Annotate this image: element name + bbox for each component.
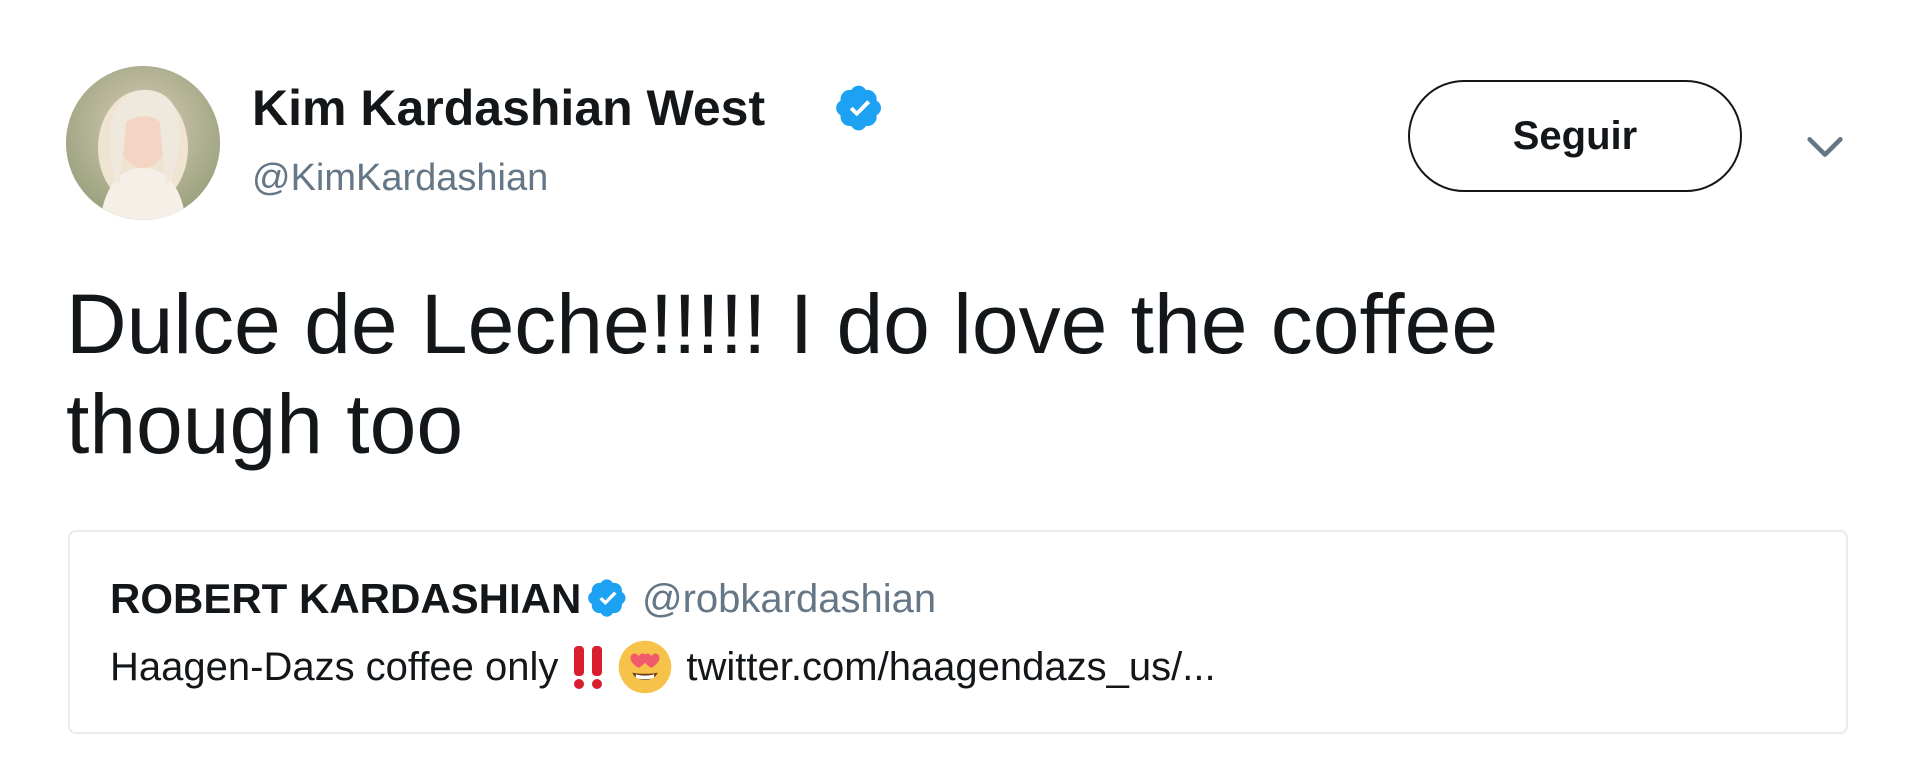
quoted-tweet[interactable]: ROBERT KARDASHIAN @robkardashian Haagen-… (68, 530, 1848, 734)
author-name[interactable]: Kim Kardashian West (252, 78, 765, 138)
tweet-card: Kim Kardashian West @KimKardashian Segui… (0, 0, 1920, 774)
quoted-tweet-text: Haagen-Dazs coffee only twitter.com/haag… (110, 638, 1216, 696)
quoted-text-before: Haagen-Dazs coffee only (110, 645, 559, 689)
avatar-image (66, 66, 220, 220)
double-exclamation-icon (574, 646, 603, 689)
verified-badge-icon (836, 85, 881, 131)
heart-eyes-emoji-icon (619, 640, 672, 694)
chevron-down-icon[interactable] (1802, 124, 1848, 170)
quoted-author-handle[interactable]: @robkardashian (642, 574, 936, 624)
author-handle[interactable]: @KimKardashian (252, 154, 548, 202)
tweet-footer-peek (68, 760, 548, 774)
quoted-link-text[interactable]: twitter.com/haagendazs_us/... (686, 642, 1215, 692)
tweet-text: Dulce de Leche!!!!! I do love the coffee… (66, 277, 1499, 471)
follow-button[interactable]: Seguir (1408, 80, 1742, 192)
quoted-author-name[interactable]: ROBERT KARDASHIAN (110, 574, 581, 624)
verified-badge-icon (588, 579, 626, 617)
avatar[interactable] (66, 66, 220, 220)
